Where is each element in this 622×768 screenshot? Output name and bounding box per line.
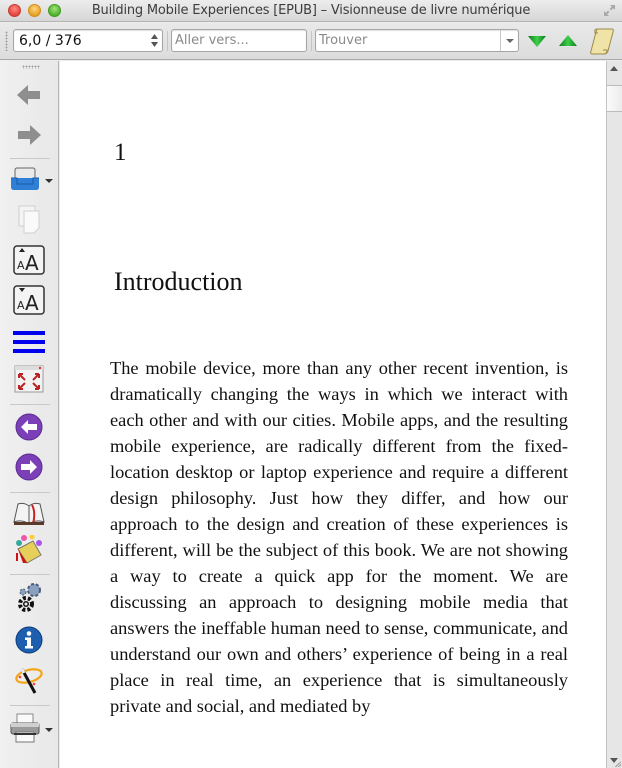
spin-arrows-icon[interactable] <box>149 32 160 49</box>
find-previous-icon[interactable] <box>557 31 579 51</box>
svg-text:A: A <box>17 259 25 272</box>
open-folder-icon <box>11 167 39 190</box>
magic-wand-icon <box>15 668 43 694</box>
purple-right-circle-icon <box>15 453 43 481</box>
bookmarks-button[interactable] <box>10 498 48 530</box>
forward-button[interactable] <box>10 119 48 151</box>
find-next-icon[interactable] <box>526 31 548 51</box>
right-arrow-icon <box>18 125 41 145</box>
toolbar-separator <box>167 31 168 51</box>
sidebar-separator <box>10 158 50 159</box>
open-ebook-button[interactable] <box>6 163 44 195</box>
purple-left-circle-icon <box>15 413 43 441</box>
book-bookmark-icon <box>13 502 45 525</box>
sidebar-separator <box>10 404 50 405</box>
copy-button[interactable] <box>10 203 48 235</box>
chapter-title: Introduction <box>114 267 243 296</box>
search-input[interactable] <box>319 32 494 49</box>
preferences-button[interactable] <box>10 581 48 613</box>
main-toolbar: 6,0 / 376 <box>0 23 622 60</box>
body-paragraph: The mobile device, more than any other r… <box>110 358 568 716</box>
fullscreen-button[interactable] <box>10 363 48 395</box>
next-page-button[interactable] <box>10 451 48 483</box>
svg-text:A: A <box>25 291 39 315</box>
gears-icon <box>18 583 41 612</box>
print-dropdown[interactable] <box>45 728 53 732</box>
font-smaller-icon: A A <box>13 285 45 315</box>
sidebar-grip[interactable] <box>22 65 40 69</box>
left-arrow-icon <box>17 85 40 105</box>
search-combobox[interactable] <box>315 29 519 52</box>
print-button[interactable] <box>6 712 44 744</box>
theme-button[interactable] <box>10 535 48 567</box>
window-title: Building Mobile Experiences [EPUB] – Vis… <box>91 3 531 18</box>
side-toolbar: A A A A <box>0 61 59 768</box>
previous-page-button[interactable] <box>10 411 48 443</box>
vertical-scrollbar[interactable] <box>606 61 622 768</box>
fullscreen-icon <box>14 365 44 393</box>
sidebar-separator <box>10 492 50 493</box>
fullscreen-toggle-icon[interactable] <box>603 4 616 17</box>
toolbar-separator <box>311 31 312 51</box>
open-ebook-dropdown[interactable] <box>45 179 53 183</box>
toolbar-grip[interactable] <box>5 31 8 51</box>
table-of-contents-button[interactable] <box>10 326 48 358</box>
title-bar: Building Mobile Experiences [EPUB] – Vis… <box>0 0 622 22</box>
search-history-dropdown[interactable] <box>500 30 518 51</box>
printer-icon <box>10 713 40 743</box>
paint-bucket-icon <box>16 535 42 564</box>
reference-mode-scroll-icon[interactable] <box>589 27 615 55</box>
window-resize-grip[interactable] <box>615 761 621 767</box>
svg-text:A: A <box>25 251 39 275</box>
toc-lines-icon <box>13 331 45 353</box>
sidebar-separator <box>10 705 50 706</box>
font-larger-icon: A A <box>13 245 45 275</box>
font-smaller-button[interactable]: A A <box>10 284 48 316</box>
copy-icon <box>18 205 40 234</box>
page-position-spinbox[interactable]: 6,0 / 376 <box>13 29 163 52</box>
book-content-view[interactable]: 1 Introduction The mobile device, more t… <box>60 61 606 768</box>
info-icon <box>15 626 43 654</box>
back-button[interactable] <box>10 79 48 111</box>
sidebar-separator <box>10 574 50 575</box>
font-larger-button[interactable]: A A <box>10 244 48 276</box>
lookup-button[interactable] <box>10 664 48 696</box>
chapter-number: 1 <box>114 139 127 166</box>
goto-input[interactable] <box>171 29 307 52</box>
page-position-value[interactable]: 6,0 / 376 <box>19 33 82 49</box>
scroll-thumb[interactable] <box>607 85 622 112</box>
scroll-up-button[interactable] <box>607 61 622 76</box>
svg-text:A: A <box>17 299 25 312</box>
metadata-button[interactable] <box>10 624 48 656</box>
